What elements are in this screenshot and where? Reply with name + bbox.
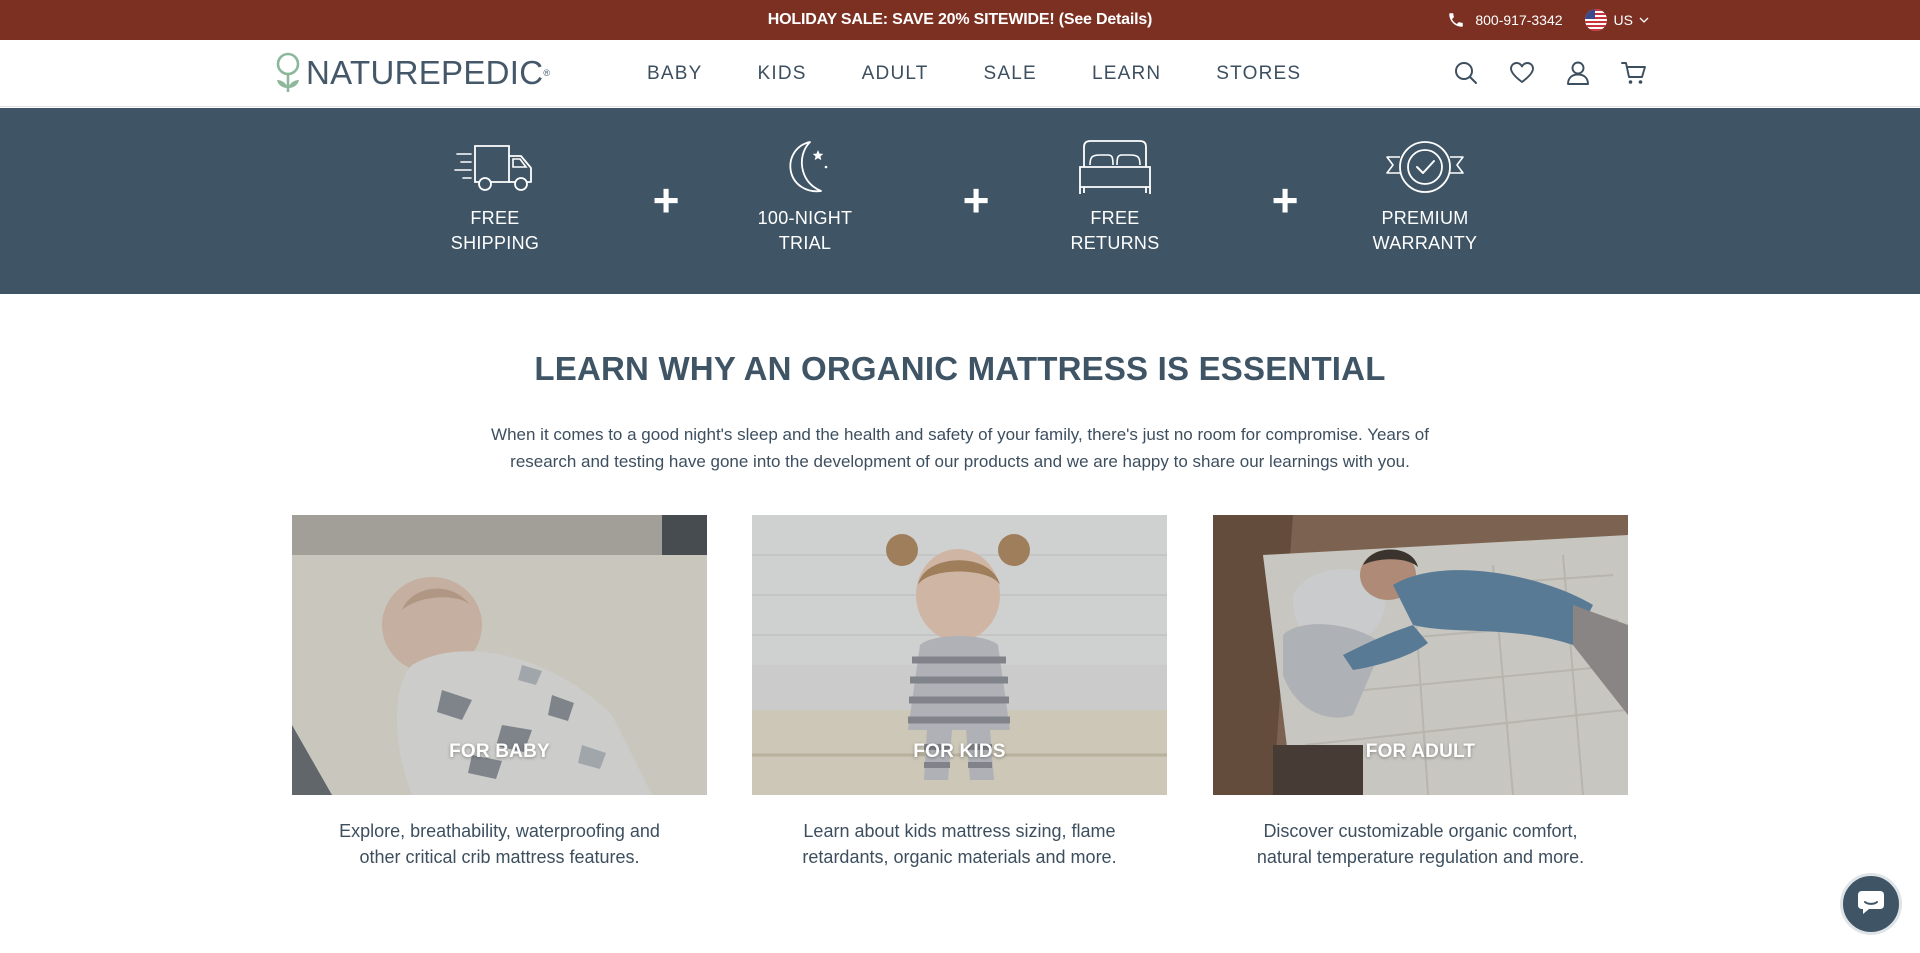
- leaf-logo-icon: [274, 52, 302, 94]
- plus-icon: +: [962, 174, 990, 226]
- card-desc-line: Learn about kids mattress sizing, flame: [803, 821, 1116, 841]
- learn-desc-line: When it comes to a good night's sleep an…: [491, 425, 1429, 444]
- nav-adult[interactable]: ADULT: [862, 63, 929, 85]
- benefit-premium-warranty: PREMIUM WARRANTY: [1350, 136, 1500, 256]
- benefit-label: 100-NIGHT: [757, 208, 853, 228]
- chat-button[interactable]: [1840, 873, 1902, 935]
- benefit-label: FREE: [470, 208, 520, 228]
- promo-utilities: 800-917-3342 US: [1447, 0, 1649, 40]
- phone-number-link[interactable]: 800-917-3342: [1475, 12, 1562, 28]
- learn-desc-line: research and testing have gone into the …: [510, 452, 1410, 471]
- card-description: Discover customizable organic comfort, n…: [1213, 818, 1628, 870]
- nav-stores[interactable]: STORES: [1216, 63, 1301, 85]
- chat-bubble-icon: [1856, 888, 1886, 921]
- benefit-label: SHIPPING: [450, 233, 540, 253]
- card-for-adult[interactable]: FOR ADULT Discover customizable organic …: [1213, 515, 1628, 870]
- cart-icon[interactable]: [1620, 59, 1648, 87]
- site-header: NATUREPEDIC ® BABY KIDS ADULT SALE LEARN …: [0, 40, 1920, 107]
- benefit-label: PREMIUM: [1381, 208, 1469, 228]
- benefit-label: RETURNS: [1070, 233, 1160, 253]
- header-actions: [1452, 59, 1648, 87]
- card-label[interactable]: FOR KIDS: [752, 741, 1167, 763]
- card-desc-line: natural temperature regulation and more.: [1256, 847, 1585, 867]
- card-label[interactable]: FOR ADULT: [1213, 741, 1628, 763]
- benefit-label: WARRANTY: [1372, 233, 1478, 253]
- card-desc-line: Explore, breathability, waterproofing an…: [339, 821, 660, 841]
- heart-icon[interactable]: [1508, 59, 1536, 87]
- search-icon[interactable]: [1452, 59, 1480, 87]
- benefits-band: FREE SHIPPING + 100-NIGHT TRIAL + FREE R: [0, 108, 1920, 294]
- card-description: Explore, breathability, waterproofing an…: [292, 818, 707, 870]
- truck-icon: [450, 136, 540, 198]
- moon-icon: [760, 136, 850, 198]
- benefit-100-night-trial: 100-NIGHT TRIAL: [730, 136, 880, 256]
- benefit-label: TRIAL: [778, 233, 832, 253]
- region-selector[interactable]: US: [1614, 12, 1633, 28]
- learn-section-title: LEARN WHY AN ORGANIC MATTRESS IS ESSENTI…: [534, 350, 1386, 387]
- card-desc-line: other critical crib mattress features.: [359, 847, 640, 867]
- adult-mattress-photo[interactable]: FOR ADULT: [1213, 515, 1628, 795]
- us-flag-icon[interactable]: [1584, 9, 1607, 31]
- benefit-free-shipping: FREE SHIPPING: [420, 136, 570, 256]
- account-icon[interactable]: [1564, 59, 1592, 87]
- baby-mattress-photo[interactable]: FOR BABY: [292, 515, 707, 795]
- plus-icon: +: [1271, 174, 1299, 226]
- phone-icon: [1447, 11, 1465, 29]
- nav-learn[interactable]: LEARN: [1092, 63, 1161, 85]
- benefit-free-returns: FREE RETURNS: [1040, 136, 1190, 256]
- card-for-kids[interactable]: FOR KIDS Learn about kids mattress sizin…: [752, 515, 1167, 870]
- nav-kids[interactable]: KIDS: [758, 63, 807, 85]
- card-description: Learn about kids mattress sizing, flame …: [752, 818, 1167, 870]
- bed-icon: [1070, 136, 1160, 198]
- promo-bar: HOLIDAY SALE: SAVE 20% SITEWIDE! (See De…: [0, 0, 1920, 40]
- logo-registered-mark: ®: [543, 68, 551, 78]
- card-for-baby[interactable]: FOR BABY Explore, breathability, waterpr…: [292, 515, 707, 870]
- card-desc-line: retardants, organic materials and more.: [802, 847, 1117, 867]
- plus-icon: +: [652, 174, 680, 226]
- chevron-down-icon[interactable]: [1639, 15, 1649, 25]
- logo-text: NATUREPEDIC: [306, 54, 544, 91]
- category-cards: FOR BABY Explore, breathability, waterpr…: [292, 515, 1628, 875]
- benefit-label: FREE: [1090, 208, 1140, 228]
- main-nav: BABY KIDS ADULT SALE LEARN STORES: [647, 40, 1356, 107]
- card-label[interactable]: FOR BABY: [292, 741, 707, 763]
- nav-sale[interactable]: SALE: [984, 63, 1037, 85]
- kids-mattress-photo[interactable]: FOR KIDS: [752, 515, 1167, 795]
- nav-baby[interactable]: BABY: [647, 63, 703, 85]
- badge-check-icon: [1380, 136, 1470, 198]
- logo[interactable]: NATUREPEDIC ®: [274, 50, 550, 96]
- learn-section-description: When it comes to a good night's sleep an…: [460, 421, 1460, 475]
- card-desc-line: Discover customizable organic comfort,: [1263, 821, 1578, 841]
